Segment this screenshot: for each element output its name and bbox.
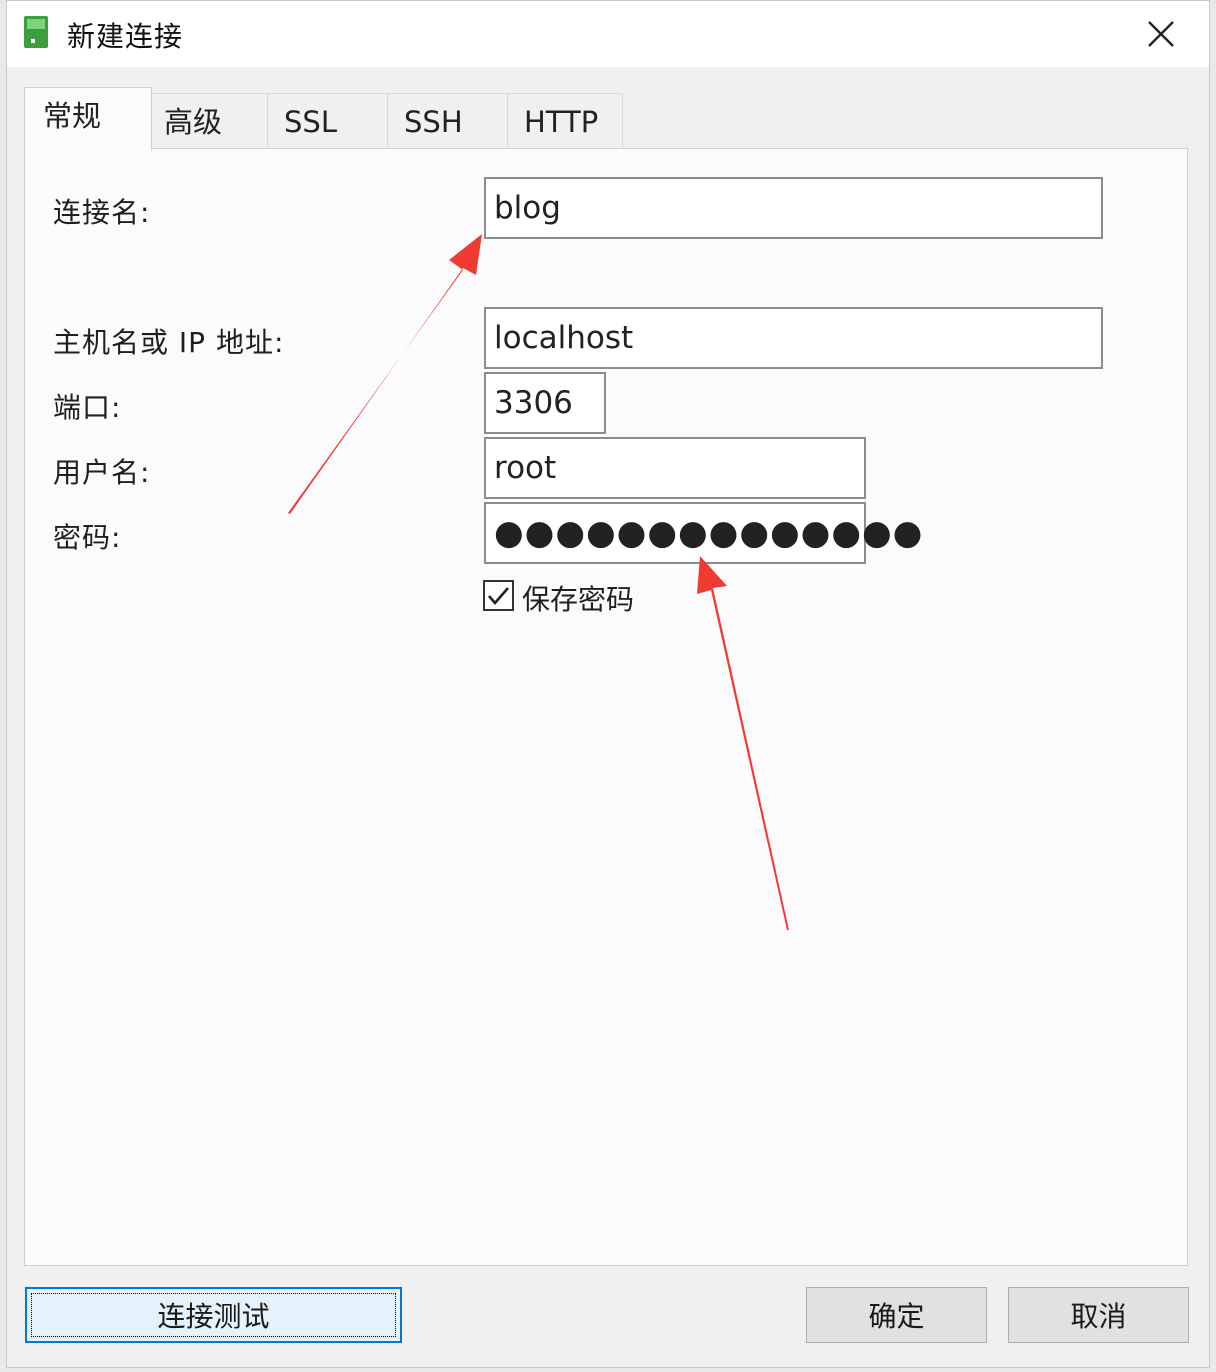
checkmark-icon (488, 587, 509, 605)
connection-name-label: 连接名: (53, 196, 151, 229)
tab-general[interactable]: 常规 (24, 87, 152, 151)
cancel-button[interactable]: 取消 (1008, 1287, 1189, 1343)
connection-name-value: blog (494, 190, 561, 226)
tab-ssl[interactable]: SSL (267, 93, 388, 149)
test-connection-button[interactable]: 连接测试 (25, 1287, 402, 1343)
host-input[interactable]: localhost (484, 307, 1103, 369)
navicat-connection-icon (24, 16, 48, 48)
host-label: 主机名或 IP 地址: (53, 326, 285, 359)
username-value: root (494, 450, 557, 486)
port-value: 3306 (494, 385, 573, 421)
save-password-checkbox[interactable] (483, 580, 514, 611)
window-title: 新建连接 (67, 20, 184, 53)
port-input[interactable]: 3306 (484, 372, 606, 434)
username-label: 用户名: (53, 456, 151, 489)
connection-name-input[interactable]: blog (484, 177, 1103, 239)
password-input[interactable]: ●●●●●●●●●●●●●● (484, 502, 922, 564)
password-masked-value: ●●●●●●●●●●●●●● (494, 513, 924, 553)
host-value: localhost (494, 320, 634, 356)
title-bar: 新建连接 (7, 1, 1209, 67)
tab-advanced[interactable]: 高级 (151, 93, 268, 149)
ok-label: 确定 (868, 1300, 925, 1333)
password-label: 密码: (53, 521, 122, 554)
username-input[interactable]: root (484, 437, 866, 499)
close-icon (1148, 21, 1174, 47)
new-connection-dialog: 新建连接 常规 高级 SSL SSH HTTP 连接名: blog 主机名或 I… (6, 0, 1210, 1368)
tab-ssh[interactable]: SSH (387, 93, 508, 149)
focus-ring (31, 1293, 396, 1337)
tab-http[interactable]: HTTP (507, 93, 623, 149)
save-password-label[interactable]: 保存密码 (522, 578, 634, 618)
ok-button[interactable]: 确定 (806, 1287, 987, 1343)
cancel-label: 取消 (1070, 1300, 1127, 1333)
port-label: 端口: (53, 391, 122, 424)
close-button[interactable] (1113, 1, 1209, 67)
